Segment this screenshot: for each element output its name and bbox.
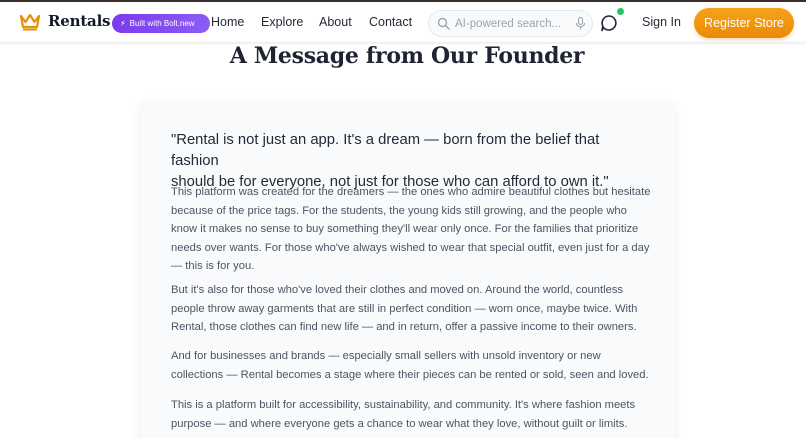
- paragraph-line: because of the price tags. For the stude…: [171, 204, 627, 217]
- paragraph-line: people throw away garments that are stil…: [171, 302, 638, 315]
- paragraph-line: purpose — and where everyone gets a chan…: [171, 417, 628, 430]
- crown-icon[interactable]: [19, 13, 41, 31]
- quote-line: "Rental is not just an app. It's a dream…: [171, 132, 600, 169]
- bolt-badge[interactable]: ⚡︎ Built with Bolt.new: [112, 14, 210, 33]
- letter-paragraph: But it's also for those who've loved the…: [171, 281, 657, 337]
- signin-link[interactable]: Sign In: [642, 15, 681, 29]
- paragraph-line: This is a platform built for accessibili…: [171, 399, 636, 411]
- register-store-button[interactable]: Register Store: [694, 8, 794, 38]
- letter-paragraph: And for businesses and brands — especial…: [171, 347, 657, 384]
- search-box[interactable]: [428, 10, 593, 37]
- nav-explore[interactable]: Explore: [261, 15, 303, 29]
- microphone-icon[interactable]: [575, 17, 586, 30]
- paragraph-line: know it makes no sense to buy something …: [171, 223, 639, 236]
- search-icon: [437, 17, 450, 30]
- paragraph-line: This platform was created for the dreame…: [171, 186, 651, 198]
- search-input[interactable]: [455, 15, 573, 33]
- nav-about[interactable]: About: [319, 15, 352, 29]
- letter-paragraph: This platform was created for the dreame…: [171, 183, 657, 276]
- paragraph-line: needs over wants. For those who've alway…: [171, 241, 650, 254]
- paragraph-line: — this is for you.: [171, 260, 255, 273]
- site-header: Rentals ⚡︎ Built with Bolt.new Home Expl…: [0, 2, 806, 43]
- page-title: A Message from Our Founder: [229, 43, 585, 69]
- online-status-dot: [617, 8, 624, 15]
- paragraph-line: And for businesses and brands — especial…: [171, 350, 601, 362]
- paragraph-line: But it's also for those who've loved the…: [171, 284, 624, 296]
- letter-paragraph: This is a platform built for accessibili…: [171, 396, 657, 433]
- nav-contact[interactable]: Contact: [369, 15, 412, 29]
- paragraph-line: collections — Rental becomes a stage whe…: [171, 368, 649, 381]
- lightning-icon: ⚡︎: [120, 19, 126, 28]
- bolt-badge-label: Built with Bolt.new: [129, 19, 195, 28]
- nav-home[interactable]: Home: [211, 15, 244, 29]
- paragraph-line: Rental, those clothes can find new life …: [171, 321, 637, 334]
- brand-name[interactable]: Rentals: [48, 12, 111, 30]
- chat-icon[interactable]: [599, 13, 619, 33]
